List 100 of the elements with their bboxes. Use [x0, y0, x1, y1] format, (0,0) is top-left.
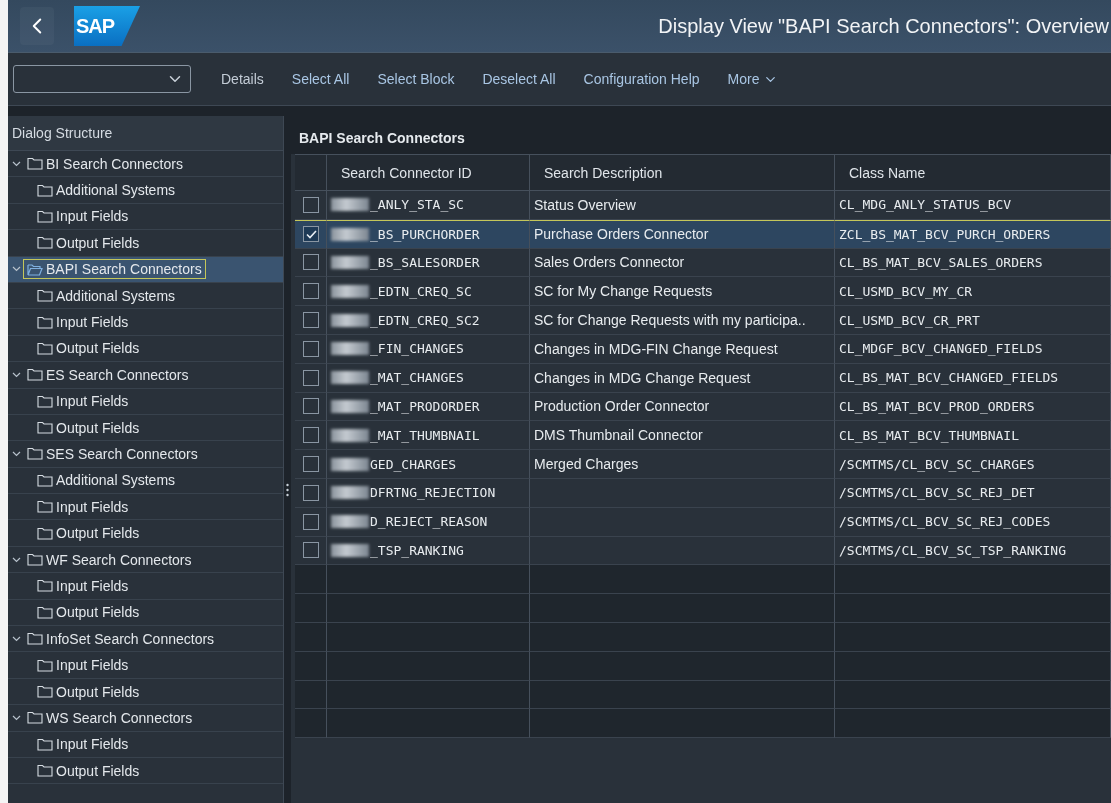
- row-selector-cell[interactable]: [295, 248, 327, 278]
- tree-item[interactable]: Input Fields: [8, 388, 283, 415]
- redaction-mark: [331, 256, 369, 269]
- logo: SAP: [74, 6, 140, 46]
- folder-icon: [37, 605, 53, 619]
- expand-caret-icon[interactable]: [12, 556, 21, 563]
- tree-item[interactable]: Input Fields: [8, 652, 283, 679]
- expand-caret-icon[interactable]: [12, 371, 21, 378]
- table-cell: CL_BS_MAT_BCV_CHANGED_FIELDS: [835, 363, 1111, 393]
- checkbox[interactable]: [303, 427, 319, 444]
- toolbar-button[interactable]: Select Block: [365, 67, 467, 91]
- table-cell: _MAT_CHANGES: [370, 370, 464, 386]
- table-cell: Production Order Connector: [530, 392, 835, 422]
- expand-caret-icon[interactable]: [12, 635, 21, 642]
- expand-caret-icon[interactable]: [12, 714, 21, 721]
- tree-item[interactable]: ES Search Connectors: [8, 362, 283, 389]
- expand-caret-icon[interactable]: [12, 451, 21, 457]
- row-selector-cell[interactable]: [295, 507, 327, 537]
- checkbox[interactable]: [303, 340, 319, 357]
- tree-item[interactable]: SES Search Connectors: [8, 441, 283, 468]
- redaction-mark: [331, 457, 369, 471]
- row-selector-cell[interactable]: [295, 450, 327, 479]
- tree-item[interactable]: Input Fields: [8, 309, 283, 336]
- toolbar-button[interactable]: Select All: [279, 67, 362, 91]
- checkbox[interactable]: [303, 254, 319, 271]
- checkbox[interactable]: [303, 513, 319, 530]
- folder-icon: [27, 447, 43, 461]
- folder-icon: [37, 421, 53, 435]
- checkbox[interactable]: [303, 312, 319, 329]
- splitter-handle-icon[interactable]: [286, 482, 289, 497]
- folder-icon: [37, 236, 53, 250]
- folder-icon: [37, 500, 53, 514]
- row-selector-cell[interactable]: [295, 421, 327, 451]
- page-title: Display View "BAPI Search Connectors": Overview: [658, 14, 1110, 38]
- checkbox[interactable]: [303, 226, 319, 243]
- tree-item[interactable]: Additional Systems: [8, 177, 283, 204]
- table-cell: CL_BS_MAT_BCV_SALES_ORDERS: [835, 248, 1111, 278]
- tree-item[interactable]: Output Fields: [8, 335, 283, 363]
- tree-item[interactable]: InfoSet Search Connectors: [8, 626, 283, 653]
- tree-item[interactable]: Additional Systems: [8, 467, 283, 495]
- tree-item[interactable]: Output Fields: [8, 758, 283, 785]
- dropdown-field[interactable]: [13, 65, 191, 93]
- toolbar-button[interactable]: Details: [209, 67, 276, 91]
- checkbox[interactable]: [303, 369, 319, 386]
- row-selector-cell[interactable]: [295, 191, 327, 220]
- row-selector-cell[interactable]: [295, 536, 327, 566]
- tree-item[interactable]: Input Fields: [8, 731, 283, 758]
- checkbox[interactable]: [303, 484, 319, 501]
- row-selector-cell[interactable]: [295, 306, 327, 335]
- tree-item[interactable]: Output Fields: [8, 520, 283, 547]
- folder-icon: [37, 579, 53, 593]
- table-cell: Status Overview: [530, 191, 835, 220]
- column-header[interactable]: Search Connector ID: [327, 154, 530, 191]
- redaction-mark: [331, 399, 369, 413]
- checkbox[interactable]: [303, 283, 319, 300]
- tree-item[interactable]: Input Fields: [8, 573, 283, 600]
- back-button[interactable]: [20, 7, 54, 45]
- tree-item[interactable]: Output Fields: [8, 230, 283, 257]
- tree-item[interactable]: Output Fields: [8, 414, 283, 442]
- tree-item[interactable]: Additional Systems: [8, 282, 283, 310]
- column-header[interactable]: Class Name: [835, 154, 1111, 191]
- folder-icon: [37, 526, 53, 540]
- checkbox[interactable]: [303, 196, 319, 213]
- tree-item[interactable]: Output Fields: [8, 599, 283, 627]
- folder-icon: [37, 341, 53, 355]
- table-cell: /SCMTMS/CL_BCV_SC_TSP_RANKING: [835, 536, 1111, 566]
- row-selector-cell[interactable]: [295, 392, 327, 422]
- row-selector-cell[interactable]: [295, 277, 327, 307]
- tree-item[interactable]: WF Search Connectors: [8, 546, 283, 574]
- row-selector-cell[interactable]: [295, 335, 327, 364]
- folder-icon: [37, 289, 53, 303]
- tree-item[interactable]: Input Fields: [8, 203, 283, 231]
- checkbox[interactable]: [303, 398, 319, 415]
- table-cell: CL_USMD_BCV_CR_PRT: [835, 306, 1111, 335]
- row-selector-cell[interactable]: [295, 219, 327, 249]
- table-cell: CL_BS_MAT_BCV_PROD_ORDERS: [835, 392, 1111, 422]
- redaction-mark: [331, 198, 369, 212]
- table-cell: _FIN_CHANGES: [370, 341, 464, 357]
- tree-item[interactable]: BAPI Search Connectors: [8, 256, 283, 283]
- toolbar-button[interactable]: Configuration Help: [571, 67, 712, 91]
- folder-icon: [37, 183, 53, 197]
- table-cell: DFRTNG_REJECTION: [370, 485, 496, 501]
- table-cell: CL_BS_MAT_BCV_THUMBNAIL: [835, 421, 1111, 451]
- table-cell: _EDTN_CREQ_SC2: [370, 312, 480, 328]
- more-button[interactable]: More: [715, 67, 791, 91]
- row-selector-cell[interactable]: [295, 478, 327, 508]
- expand-caret-icon[interactable]: [12, 160, 21, 167]
- toolbar-button[interactable]: Deselect All: [470, 67, 568, 91]
- column-header[interactable]: Search Description: [530, 154, 835, 191]
- tree-item[interactable]: WS Search Connectors: [8, 705, 283, 732]
- tree-item[interactable]: BI Search Connectors: [8, 151, 283, 178]
- checkbox[interactable]: [303, 542, 319, 559]
- tree-item[interactable]: Output Fields: [8, 678, 283, 706]
- checkbox[interactable]: [303, 456, 319, 473]
- table-cell: Purchase Orders Connector: [530, 219, 835, 249]
- redaction-mark: [331, 313, 369, 327]
- tree-item[interactable]: Input Fields: [8, 494, 283, 521]
- row-selector-cell[interactable]: [295, 363, 327, 393]
- expand-caret-icon[interactable]: [12, 266, 21, 273]
- table-cell: Sales Orders Connector: [530, 248, 835, 278]
